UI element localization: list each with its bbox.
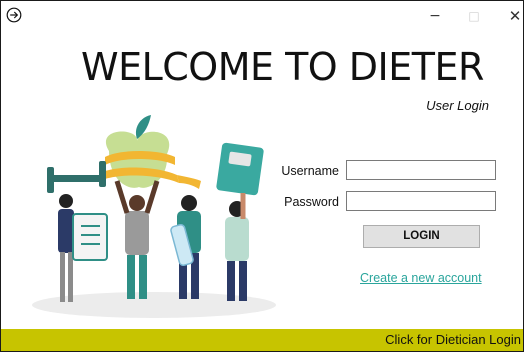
dieting-people-illustration — [32, 115, 276, 318]
minimize-icon[interactable]: − — [426, 7, 444, 25]
close-icon[interactable]: ✕ — [506, 7, 523, 25]
footer-bar: Click for Dietician Login — [1, 329, 523, 351]
login-window: − □ ✕ WELCOME TO DIETER User Login Usern… — [0, 0, 524, 352]
password-label: Password — [284, 195, 339, 209]
login-button[interactable]: LOGIN — [363, 225, 480, 248]
username-label: Username — [281, 164, 339, 178]
create-account-link[interactable]: Create a new account — [360, 271, 482, 285]
password-field[interactable] — [346, 191, 496, 211]
back-arrow-icon[interactable] — [6, 7, 22, 23]
maximize-icon[interactable]: □ — [465, 7, 483, 25]
page-title: WELCOME TO DIETER — [81, 45, 484, 89]
page-subtitle: User Login — [426, 98, 489, 113]
username-field[interactable] — [346, 160, 496, 180]
dietician-login-link[interactable]: Click for Dietician Login — [385, 332, 521, 347]
